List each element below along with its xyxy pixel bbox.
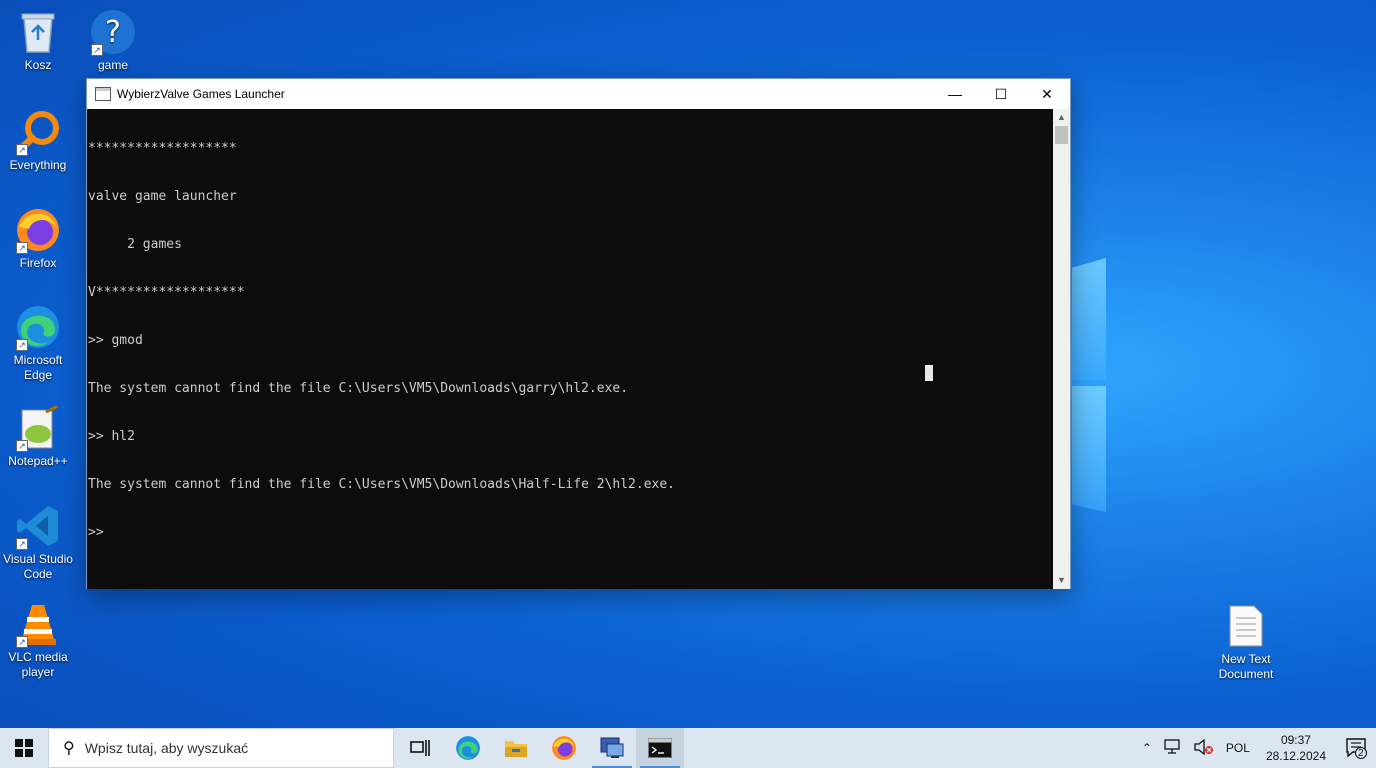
vscode-icon: ↗: [14, 502, 62, 550]
scroll-down-arrow-icon[interactable]: ▼: [1053, 572, 1070, 589]
desktop-icon-game[interactable]: ? ↗ game: [75, 8, 151, 73]
desktop-icon-new-text-document[interactable]: New Text Document: [1208, 602, 1284, 682]
search-icon: ⚲: [63, 740, 75, 757]
volume-muted-icon[interactable]: [1194, 738, 1214, 758]
taskbar-edge[interactable]: [444, 728, 492, 768]
shortcut-arrow-icon: ↗: [16, 538, 28, 550]
console-line: valve game launcher: [88, 189, 237, 204]
desktop-icon-label: VLC media player: [8, 650, 68, 679]
search-placeholder: Wpisz tutaj, aby wyszukać: [84, 740, 249, 756]
shortcut-arrow-icon: ↗: [16, 144, 28, 156]
desktop-icon-visual-studio-code[interactable]: ↗ Visual Studio Code: [0, 502, 76, 582]
desktop-icon-label: Everything: [9, 158, 67, 172]
desktop-icon-label: Microsoft Edge: [13, 353, 63, 382]
notification-count-badge: 2: [1358, 748, 1364, 759]
firefox-icon: [552, 736, 576, 760]
window-title: WybierzValve Games Launcher: [117, 87, 285, 101]
scroll-up-arrow-icon[interactable]: ▲: [1053, 109, 1070, 126]
desktop-icon-label: Notepad++: [8, 454, 68, 468]
help-question-icon: ? ↗: [89, 8, 137, 56]
system-tray: ⌃ POL 09:37 28.12.2024 2: [1136, 728, 1376, 768]
notepad-plus-plus-icon: ↗: [14, 404, 62, 452]
console-line: 2 games: [88, 237, 182, 252]
console-app-icon[interactable]: [95, 87, 111, 101]
console-line: >> gmod: [88, 333, 143, 348]
clock-time: 09:37: [1280, 733, 1311, 747]
recycle-bin-icon: [14, 8, 62, 56]
desktop-icon-label: Firefox: [19, 256, 57, 270]
shortcut-arrow-icon: ↗: [16, 339, 28, 351]
svg-text:?: ?: [105, 15, 121, 50]
taskbar-clock[interactable]: 09:37 28.12.2024: [1266, 732, 1326, 764]
clock-date: 28.12.2024: [1265, 749, 1326, 763]
firefox-icon: ↗: [14, 206, 62, 254]
text-document-icon: [1222, 602, 1270, 650]
window-titlebar[interactable]: WybierzValve Games Launcher — ☐ ✕: [87, 79, 1070, 109]
task-view-button[interactable]: [396, 728, 444, 768]
start-button[interactable]: [0, 728, 48, 768]
windows-start-icon: [15, 739, 33, 757]
console-line: The system cannot find the file C:\Users…: [88, 477, 675, 492]
console-line: V*******************: [88, 285, 245, 300]
taskbar-command-prompt[interactable]: [636, 728, 684, 768]
taskbar-search-box[interactable]: ⚲ Wpisz tutaj, aby wyszukać: [48, 728, 394, 768]
desktop-icon-label: game: [97, 58, 129, 72]
console-line: The system cannot find the file C:\Users…: [88, 381, 629, 396]
shortcut-arrow-icon: ↗: [16, 440, 28, 452]
console-output[interactable]: ******************* valve game launcher …: [87, 109, 1054, 589]
task-view-icon: [410, 740, 430, 756]
desktop-icon-everything[interactable]: ↗ Everything: [0, 108, 76, 173]
monitor-icon: [600, 737, 624, 758]
desktop-icon-microsoft-edge[interactable]: ↗ Microsoft Edge: [0, 303, 76, 383]
network-icon[interactable]: [1164, 738, 1182, 758]
shortcut-arrow-icon: ↗: [16, 636, 28, 648]
magnifier-icon: ↗: [14, 108, 62, 156]
edge-icon: ↗: [14, 303, 62, 351]
taskbar: ⚲ Wpisz tutaj, aby wyszukać ⌃ POL 09:37 …: [0, 728, 1376, 768]
minimize-button[interactable]: —: [932, 79, 978, 109]
taskbar-remote-desktop[interactable]: [588, 728, 636, 768]
input-language-indicator[interactable]: POL: [1226, 741, 1250, 755]
show-hidden-icons-chevron-up-icon[interactable]: ⌃: [1142, 741, 1152, 755]
wallpaper-windows-logo: [1072, 258, 1106, 512]
console-prompt-line[interactable]: >>: [88, 525, 1054, 541]
text-cursor: [925, 365, 933, 381]
shortcut-arrow-icon: ↗: [16, 242, 28, 254]
close-button[interactable]: ✕: [1024, 79, 1070, 109]
desktop-icon-recycle-bin[interactable]: Kosz: [0, 8, 76, 73]
console-line: *******************: [88, 141, 237, 156]
desktop-icon-label: New Text Document: [1218, 652, 1274, 681]
console-window[interactable]: WybierzValve Games Launcher — ☐ ✕ ******…: [86, 78, 1071, 589]
desktop-icon-label: Kosz: [24, 58, 52, 72]
desktop-icon-notepad-plus-plus[interactable]: ↗ Notepad++: [0, 404, 76, 469]
console-line: >> hl2: [88, 429, 135, 444]
taskbar-firefox[interactable]: [540, 728, 588, 768]
desktop-icon-label: Visual Studio Code: [3, 552, 73, 581]
shortcut-arrow-icon: ↗: [91, 44, 103, 56]
edge-icon: [456, 736, 480, 760]
desktop-icon-vlc[interactable]: ↗ VLC media player: [0, 600, 76, 680]
vertical-scrollbar[interactable]: ▲ ▼: [1053, 109, 1070, 589]
action-center-button[interactable]: 2: [1336, 728, 1376, 768]
maximize-button[interactable]: ☐: [978, 79, 1024, 109]
folder-icon: [505, 741, 527, 757]
terminal-icon: [648, 738, 672, 758]
desktop-icon-firefox[interactable]: ↗ Firefox: [0, 206, 76, 271]
scrollbar-thumb[interactable]: [1055, 126, 1068, 144]
taskbar-file-explorer[interactable]: [492, 728, 540, 768]
vlc-cone-icon: ↗: [14, 600, 62, 648]
